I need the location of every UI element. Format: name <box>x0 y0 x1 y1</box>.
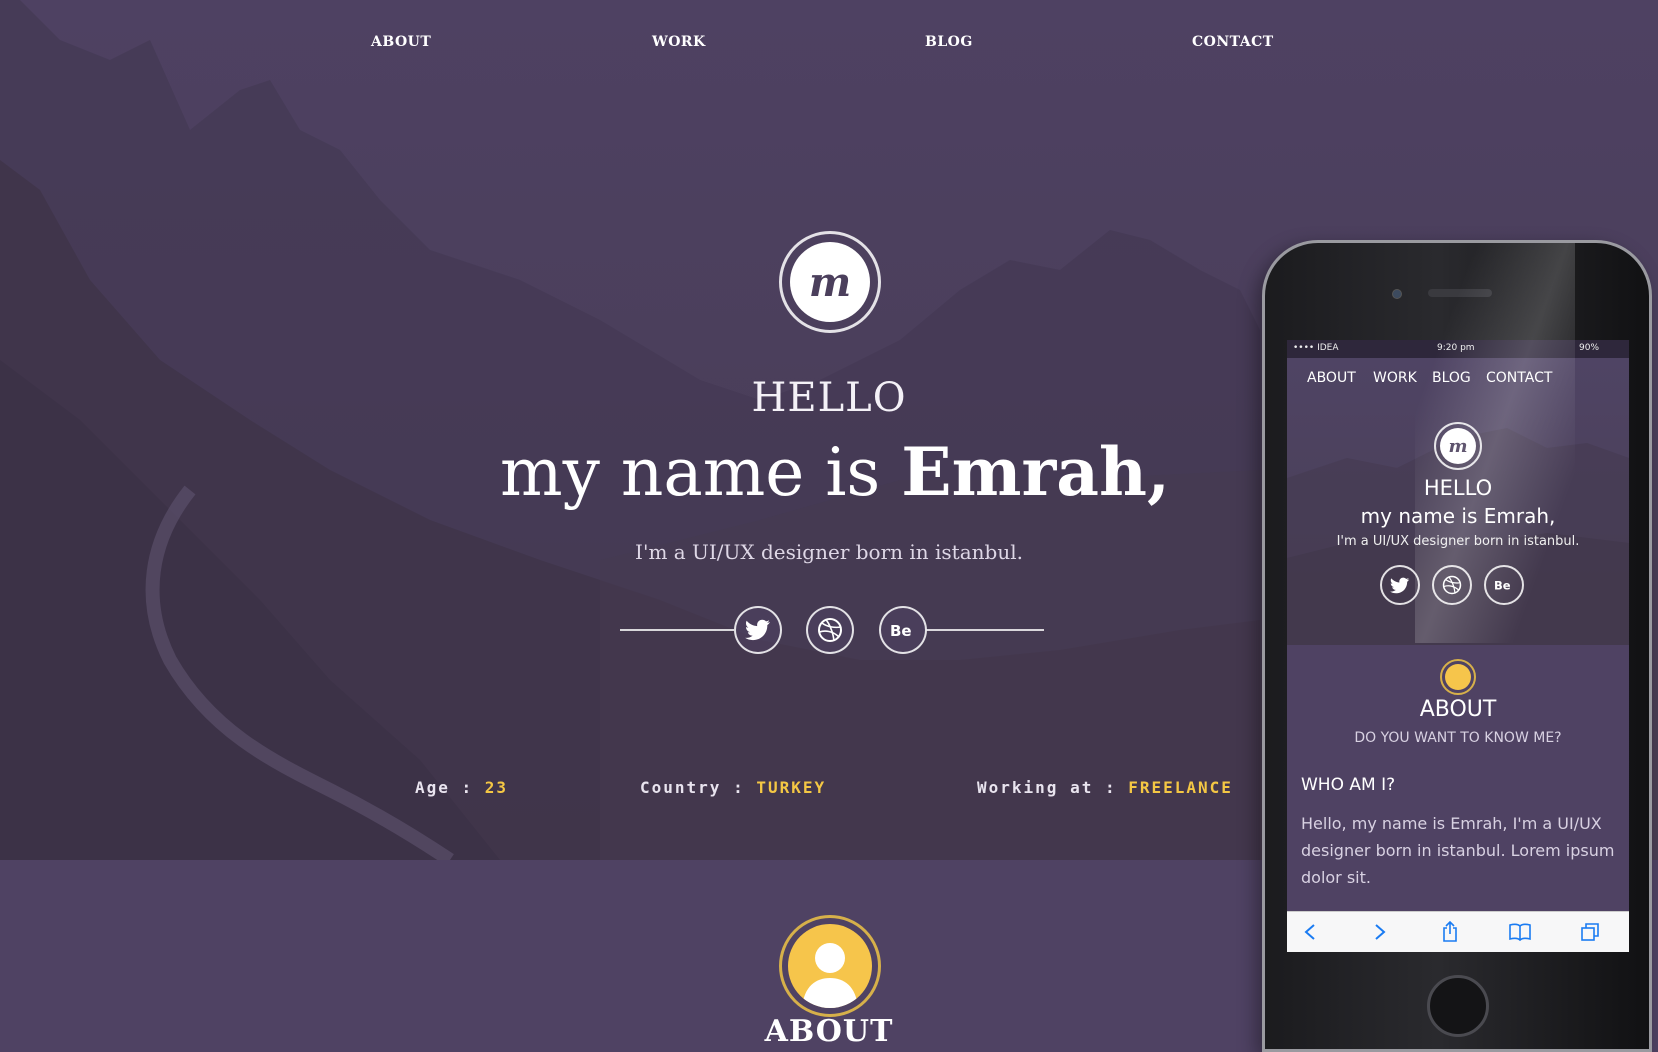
divider-line-left <box>620 629 734 631</box>
mobile-about-subtitle: DO YOU WANT TO KNOW ME? <box>1354 730 1562 746</box>
nav-contact-link[interactable]: CONTACT <box>1192 34 1274 50</box>
mobile-who-am-i-heading: WHO AM I? <box>1301 775 1396 795</box>
forward-button[interactable] <box>1365 918 1395 946</box>
twitter-icon <box>1390 577 1410 593</box>
twitter-icon <box>745 619 770 641</box>
share-button[interactable] <box>1435 918 1465 946</box>
fact-working-value: FREELANCE <box>1128 778 1233 797</box>
back-button[interactable] <box>1295 918 1325 946</box>
mobile-tagline: I'm a UI/UX designer born in istanbul. <box>1336 534 1580 549</box>
top-navigation: ABOUT WORK BLOG CONTACT <box>0 34 1658 58</box>
dribbble-icon <box>1442 575 1462 595</box>
site-logo[interactable]: m <box>779 231 881 333</box>
safari-toolbar <box>1287 911 1629 952</box>
phone-speaker <box>1428 289 1492 297</box>
about-avatar <box>779 915 881 1017</box>
mobile-hero: ABOUT WORK BLOG CONTACT m HELLO my name … <box>1287 358 1629 645</box>
mobile-greeting: HELLO <box>1423 476 1493 500</box>
behance-icon: Be <box>1494 579 1511 592</box>
tabs-icon <box>1581 923 1599 941</box>
hero-name-prefix: my name is <box>500 434 902 511</box>
mobile-about-body: Hello, my name is Emrah, I'm a UI/UX des… <box>1301 814 1615 887</box>
status-battery: 90% <box>1579 343 1600 353</box>
mobile-nav-contact[interactable]: CONTACT <box>1486 370 1552 386</box>
mobile-dribbble-button[interactable] <box>1432 565 1472 605</box>
fact-country-label: Country : <box>640 778 757 797</box>
behance-button[interactable]: Be <box>879 606 927 654</box>
divider-line-right <box>926 629 1044 631</box>
fact-working-label: Working at : <box>977 778 1129 797</box>
mobile-name-line: my name is Emrah, <box>1360 504 1556 528</box>
mobile-nav-blog[interactable]: BLOG <box>1432 370 1471 386</box>
fact-working: Working at : FREELANCE <box>977 778 1233 797</box>
mobile-nav-work[interactable]: WORK <box>1373 370 1417 386</box>
logo-letter: m <box>790 242 870 322</box>
mobile-logo[interactable]: m <box>1434 422 1482 470</box>
mobile-twitter-button[interactable] <box>1380 565 1420 605</box>
user-avatar-icon <box>1445 664 1471 690</box>
svg-text:Be: Be <box>890 622 912 639</box>
nav-about-link[interactable]: ABOUT <box>371 34 431 50</box>
status-carrier: •••• IDEA <box>1293 343 1339 353</box>
dribbble-icon <box>818 618 842 642</box>
hero-name-heading: my name is Emrah, <box>500 433 1170 511</box>
chevron-left-icon <box>1304 924 1315 940</box>
status-time: 9:20 pm <box>1437 343 1475 353</box>
bookmarks-button[interactable] <box>1505 918 1535 946</box>
nav-blog-link[interactable]: BLOG <box>925 34 973 50</box>
svg-text:Be: Be <box>1494 579 1511 592</box>
mobile-logo-letter: m <box>1440 428 1476 464</box>
chevron-right-icon <box>1375 924 1386 940</box>
fact-age-label: Age : <box>415 778 485 797</box>
fact-country-value: TURKEY <box>756 778 827 797</box>
iphone-mockup: ABOUT WORK BLOG CONTACT m HELLO my name … <box>1262 240 1652 1052</box>
mobile-nav-about[interactable]: ABOUT <box>1307 370 1356 386</box>
mobile-status-bar: •••• IDEA 9:20 pm 90% <box>1287 340 1629 358</box>
mobile-behance-button[interactable]: Be <box>1484 565 1524 605</box>
fact-age: Age : 23 <box>415 778 508 797</box>
nav-work-link[interactable]: WORK <box>652 34 706 50</box>
behance-icon: Be <box>890 622 912 639</box>
phone-home-button[interactable] <box>1427 975 1489 1037</box>
fact-age-value: 23 <box>484 778 509 797</box>
user-avatar-icon <box>788 924 872 1008</box>
mobile-about-title: ABOUT <box>1419 697 1497 722</box>
twitter-button[interactable] <box>734 606 782 654</box>
hero-name: Emrah, <box>901 433 1170 511</box>
tabs-button[interactable] <box>1575 918 1605 946</box>
phone-camera <box>1392 289 1402 299</box>
fact-country: Country : TURKEY <box>640 778 826 797</box>
mobile-about-avatar <box>1440 659 1476 695</box>
dribbble-button[interactable] <box>806 606 854 654</box>
phone-screen: ABOUT WORK BLOG CONTACT m HELLO my name … <box>1287 340 1629 952</box>
book-icon <box>1509 923 1531 941</box>
share-icon <box>1443 921 1457 942</box>
